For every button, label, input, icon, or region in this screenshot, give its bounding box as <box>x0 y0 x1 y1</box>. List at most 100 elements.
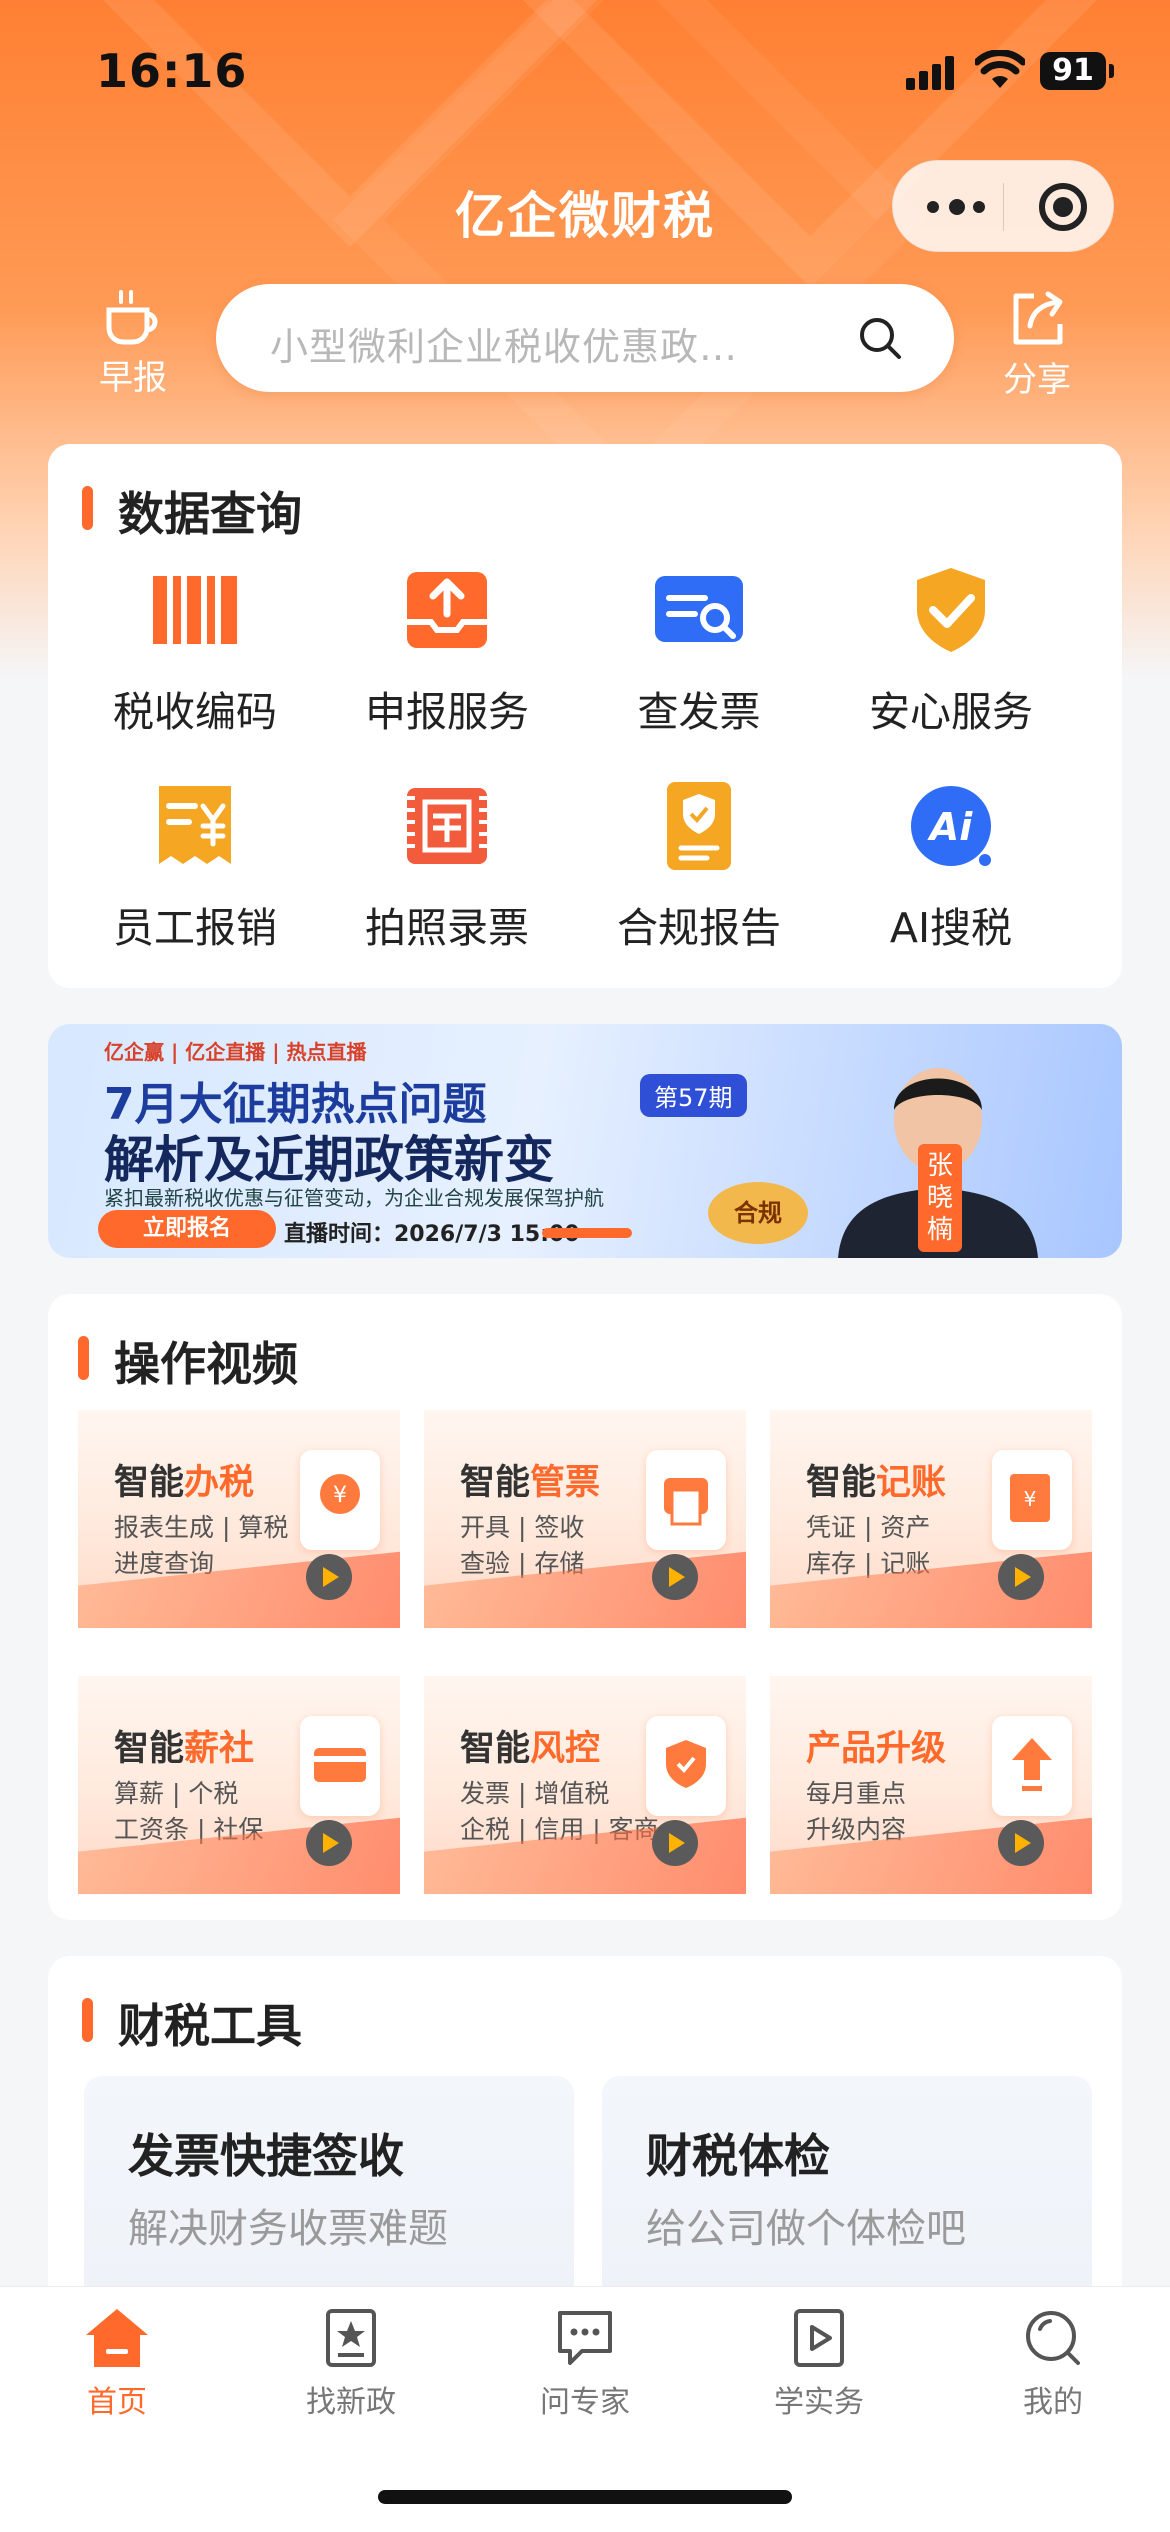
tab-label: 找新政 <box>306 2385 396 2420</box>
video-tile-smart-bookkeeping[interactable]: 智能记账 凭证 | 资产 库存 | 记账 ¥ <box>770 1410 1092 1628</box>
cellular-signal-icon <box>906 56 954 90</box>
tool-subtitle: 给公司做个体检吧 <box>646 2206 966 2252</box>
svg-text:¥: ¥ <box>333 1483 347 1508</box>
play-icon[interactable] <box>652 1820 698 1866</box>
grid-item-peace-service[interactable]: 安心服务 <box>826 560 1076 738</box>
video-line1: 算薪 | 个税 <box>114 1779 239 1808</box>
share-button[interactable]: 分享 <box>982 290 1092 401</box>
wifi-icon <box>975 50 1025 88</box>
play-icon[interactable] <box>306 1554 352 1600</box>
video-tile-smart-risk[interactable]: 智能风控 发票 | 增值税企税 | 信用 | 客商 <box>424 1676 746 1894</box>
search-bar[interactable]: 小型微利企业税收优惠政… <box>216 284 954 392</box>
tab-label: 学实务 <box>774 2385 864 2420</box>
grid-item-employee-reimbursement[interactable]: 员工报销 <box>70 776 320 954</box>
close-miniprogram-icon[interactable] <box>1039 183 1087 231</box>
banner-register-button[interactable]: 立即报名 <box>98 1210 276 1248</box>
videos-title: 操作视频 <box>78 1328 298 1394</box>
video-line2: 升级内容 <box>806 1815 907 1844</box>
morning-report-button[interactable]: 早报 <box>78 288 188 399</box>
video-title-a: 智能 <box>460 1729 531 1769</box>
battery-indicator: 91 <box>1040 52 1114 90</box>
video-tile-product-upgrade[interactable]: 产品升级 每月重点升级内容 <box>770 1676 1092 1894</box>
search-icon[interactable] <box>858 316 902 360</box>
play-icon[interactable] <box>652 1554 698 1600</box>
tab-mine[interactable]: 我的 <box>968 2305 1138 2421</box>
grid-item-tax-code[interactable]: 税收编码 <box>70 560 320 738</box>
share-icon <box>1013 291 1063 345</box>
shield-icon <box>646 1716 726 1816</box>
upgrade-arrow-icon <box>992 1716 1072 1816</box>
play-icon[interactable] <box>306 1820 352 1866</box>
report-badge-icon <box>649 776 749 876</box>
video-title-b: 办税 <box>184 1463 255 1503</box>
share-label: 分享 <box>1003 360 1071 400</box>
banner-seal: 合规 <box>708 1182 808 1244</box>
tab-home[interactable]: 首页 <box>32 2305 202 2421</box>
home-icon <box>86 2309 148 2367</box>
data-query-card: 数据查询 税收编码 申报服务 查发票 安心服务 员工报销 拍照录票 合规报告 A… <box>48 444 1122 988</box>
promo-banner[interactable]: 亿企赢 | 亿企直播 | 热点直播 7月大征期热点问题 第57期 解析及近期政策… <box>48 1024 1122 1258</box>
tab-label: 首页 <box>87 2385 147 2420</box>
video-title-b: 风控 <box>530 1729 601 1769</box>
banner-live-time: 直播时间：2026/7/3 15:00 <box>284 1222 580 1247</box>
video-tile-smart-tax[interactable]: 智能办税 报表生成 | 算税 进度查询 ¥ <box>78 1410 400 1628</box>
video-line2: 工资条 | 社保 <box>114 1815 264 1844</box>
grid-item-check-invoice[interactable]: 查发票 <box>574 560 824 738</box>
video-title-a: 智能 <box>460 1463 531 1503</box>
video-line2: 查验 | 存储 <box>460 1549 585 1578</box>
svg-text:Ai: Ai <box>927 805 973 849</box>
svg-text:¥: ¥ <box>1024 1487 1037 1511</box>
chat-bubble-icon <box>558 2311 612 2365</box>
ai-icon: Ai <box>901 776 1001 876</box>
video-title-a: 智能 <box>114 1729 185 1769</box>
mini-program-capsule <box>892 160 1114 252</box>
video-line1: 每月重点 <box>806 1779 907 1808</box>
video-tile-smart-payroll[interactable]: 智能薪社 算薪 | 个税 工资条 | 社保 <box>78 1676 400 1894</box>
policy-star-icon <box>326 2309 376 2367</box>
tax-hand-icon: ¥ <box>300 1450 380 1550</box>
video-title-b: 产品升级 <box>806 1729 947 1769</box>
grid-item-compliance-report[interactable]: 合规报告 <box>574 776 824 954</box>
status-time: 16:16 <box>96 44 248 98</box>
banner-issue-tag: 第57期 <box>640 1074 747 1117</box>
grid-item-photo-ticket[interactable]: 拍照录票 <box>322 776 572 954</box>
grid-item-label: 查发票 <box>637 688 761 736</box>
video-line2: 库存 | 记账 <box>806 1549 931 1578</box>
video-line1: 凭证 | 资产 <box>806 1513 931 1542</box>
tab-new-policy[interactable]: 找新政 <box>266 2305 436 2421</box>
video-tile-smart-invoice[interactable]: 智能管票 开具 | 签收 查验 | 存储 <box>424 1410 746 1628</box>
home-indicator <box>378 2490 792 2504</box>
tab-learn-practice[interactable]: 学实务 <box>734 2305 904 2421</box>
grid-item-declaration-service[interactable]: 申报服务 <box>322 560 572 738</box>
tools-title: 财税工具 <box>82 1990 302 2056</box>
ticket-scan-icon <box>397 776 497 876</box>
status-bar: 16:16 91 <box>0 0 1170 140</box>
video-title-b: 管票 <box>530 1463 601 1503</box>
tab-ask-expert[interactable]: 问专家 <box>500 2305 670 2421</box>
morning-report-label: 早报 <box>99 358 167 398</box>
tool-subtitle: 解决财务收票难题 <box>128 2206 448 2252</box>
banner-speaker-name: 张晓楠 <box>918 1144 962 1252</box>
videos-card: 操作视频 智能办税 报表生成 | 算税 进度查询 ¥ 智能管票 开具 | 签收 查验… <box>48 1294 1122 1920</box>
grid-item-label: 税收编码 <box>113 688 277 736</box>
grid-item-ai-tax-search[interactable]: Ai AI搜税 <box>826 776 1076 954</box>
grid-item-label: 合规报告 <box>617 904 781 952</box>
upload-tray-icon <box>397 560 497 660</box>
tool-title: 财税体检 <box>646 2129 830 2183</box>
profile-icon <box>1026 2311 1080 2365</box>
video-title-b: 记账 <box>876 1463 947 1503</box>
grid-item-label: AI搜税 <box>889 904 1013 952</box>
invoice-print-icon <box>646 1450 726 1550</box>
shield-check-icon <box>901 560 1001 660</box>
grid-item-label: 拍照录票 <box>365 904 529 952</box>
tool-title: 发票快捷签收 <box>128 2129 404 2183</box>
receipt-yen-icon <box>145 776 245 876</box>
video-line2: 企税 | 信用 | 客商 <box>460 1815 659 1844</box>
play-icon[interactable] <box>998 1554 1044 1600</box>
more-icon[interactable] <box>927 197 985 217</box>
grid-item-label: 申报服务 <box>365 688 529 736</box>
play-icon[interactable] <box>998 1820 1044 1866</box>
video-line1: 发票 | 增值税 <box>460 1779 610 1808</box>
video-line1: 报表生成 | 算税 <box>114 1513 289 1542</box>
card-icon <box>300 1716 380 1816</box>
